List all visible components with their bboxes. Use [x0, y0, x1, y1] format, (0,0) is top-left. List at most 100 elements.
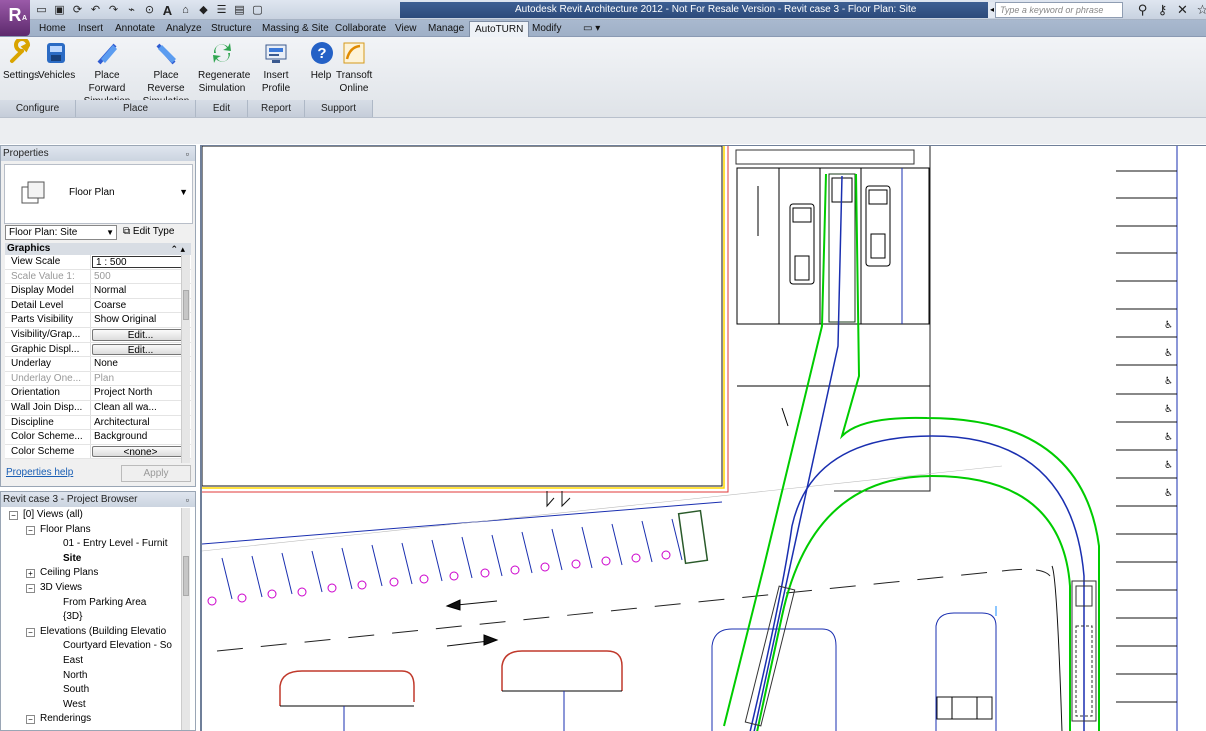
transoft-online-button[interactable]: Transoft Online: [336, 39, 372, 95]
property-row[interactable]: View Scale 1 : 500: [5, 255, 191, 270]
close-icon[interactable]: ▫: [186, 147, 189, 162]
undo-icon[interactable]: ↶: [88, 3, 103, 18]
switch-windows-icon[interactable]: ▤: [232, 3, 247, 18]
property-row[interactable]: Underlay One... Plan: [5, 371, 191, 387]
scrollbar-thumb[interactable]: [183, 290, 189, 320]
property-row[interactable]: Wall Join Disp... Clean all wa...: [5, 400, 191, 416]
browser-tree-node[interactable]: −3D Views: [1, 581, 186, 596]
edit-type-button[interactable]: ⧉ Edit Type: [123, 224, 174, 240]
property-value[interactable]: 1 : 500: [92, 256, 189, 268]
tab-annotate[interactable]: Annotate: [110, 21, 160, 37]
svg-text:♿: ♿: [1164, 320, 1173, 331]
property-row[interactable]: Underlay None: [5, 357, 191, 372]
tab-massing-site[interactable]: Massing & Site: [257, 21, 334, 37]
properties-help-link[interactable]: Properties help: [6, 467, 73, 478]
ribbon-minimize-icon[interactable]: ▭ ▾: [578, 21, 605, 37]
property-row[interactable]: Display Model Normal: [5, 284, 191, 299]
collapse-icon[interactable]: −: [26, 715, 35, 725]
tab-home[interactable]: Home: [34, 21, 71, 37]
browser-tree-node[interactable]: {3D}: [1, 610, 186, 625]
browser-tree-node[interactable]: East: [1, 654, 186, 669]
browser-tree-node[interactable]: South: [1, 683, 186, 698]
property-value: None: [94, 358, 118, 370]
browser-scrollbar[interactable]: [181, 508, 190, 730]
property-row[interactable]: Parts Visibility Show Original: [5, 313, 191, 328]
tab-modify[interactable]: Modify: [527, 21, 566, 37]
properties-group-header[interactable]: Graphics ⌃ ▴: [5, 243, 191, 255]
collapse-icon[interactable]: −: [26, 583, 35, 593]
tab-insert[interactable]: Insert: [73, 21, 108, 37]
tab-analyze[interactable]: Analyze: [161, 21, 207, 37]
vehicles-button[interactable]: Vehicles: [38, 39, 75, 82]
measure-icon[interactable]: ⌁: [124, 3, 139, 18]
property-row[interactable]: Orientation Project North: [5, 386, 191, 401]
3d-view-icon[interactable]: ⌂: [178, 3, 193, 18]
save-icon[interactable]: ▣: [52, 3, 67, 18]
instance-selector[interactable]: Floor Plan: Site ▼: [5, 225, 117, 240]
browser-tree-node[interactable]: 01 - Entry Level - Furnit: [1, 537, 186, 552]
tag-icon[interactable]: ⊙: [142, 3, 157, 18]
close-icon[interactable]: ▫: [186, 493, 189, 508]
help-button[interactable]: ? Help: [308, 39, 334, 82]
settings-button[interactable]: Settings: [3, 39, 39, 82]
window-title: Autodesk Revit Architecture 2012 - Not F…: [400, 2, 990, 18]
collapse-icon[interactable]: −: [9, 511, 18, 520]
tab-structure[interactable]: Structure: [206, 21, 257, 37]
place-reverse-simulation-button[interactable]: Place Reverse Simulation: [138, 39, 194, 108]
regenerate-simulation-button[interactable]: Regenerate Simulation: [198, 39, 250, 95]
close-windows-icon[interactable]: ▢: [250, 3, 265, 18]
property-row[interactable]: Color Scheme... Background: [5, 430, 191, 445]
star-icon[interactable]: ☆: [1194, 1, 1206, 18]
property-row[interactable]: Detail Level Coarse: [5, 298, 191, 314]
browser-tree-node[interactable]: − Elevations (Building Elevatio: [1, 625, 186, 640]
property-row[interactable]: Color Scheme <none>: [5, 444, 191, 460]
tab-view[interactable]: View: [390, 21, 422, 37]
redo-icon[interactable]: ↷: [106, 3, 121, 18]
insert-profile-button[interactable]: Insert Profile: [249, 39, 303, 95]
thin-lines-icon[interactable]: ☰: [214, 3, 229, 18]
tab-autoturn[interactable]: AutoTURN: [469, 21, 530, 38]
binoculars-icon[interactable]: ⚲: [1134, 1, 1151, 18]
property-value: Plan: [94, 372, 115, 384]
collapse-icon[interactable]: −: [26, 525, 35, 535]
browser-tree-node[interactable]: Site: [1, 552, 186, 567]
tab-collaborate[interactable]: Collaborate: [330, 21, 391, 37]
scrollbar-thumb[interactable]: [183, 556, 189, 596]
property-row[interactable]: Scale Value 1: 500: [5, 269, 191, 285]
browser-tree-node[interactable]: − Renderings: [1, 712, 186, 727]
sync-icon[interactable]: ⟳: [70, 3, 85, 18]
browser-tree-node[interactable]: + Ceiling Plans: [1, 566, 186, 581]
close-icon[interactable]: ✕: [1174, 1, 1191, 18]
vehicle-path-rear: [749, 435, 1085, 731]
property-edit-button[interactable]: Edit...: [92, 328, 189, 341]
type-selector[interactable]: Floor Plan ▼: [4, 164, 193, 224]
drawing-area[interactable]: ♿ ♿ ♿ ♿ ♿ ♿ ♿: [200, 145, 1206, 731]
regenerate-label1: Regenerate: [198, 70, 251, 81]
tab-manage[interactable]: Manage: [423, 21, 469, 37]
browser-tree-node[interactable]: − Floor Plans: [1, 523, 186, 538]
panel-configure: Configure: [0, 100, 76, 117]
key-icon[interactable]: ⚷: [1154, 1, 1171, 18]
browser-tree-node[interactable]: − [0] Views (all): [1, 508, 186, 523]
property-row[interactable]: Discipline Architectural: [5, 415, 191, 431]
apply-button[interactable]: Apply: [121, 465, 191, 482]
application-menu-button[interactable]: R A: [0, 0, 30, 36]
property-row[interactable]: Visibility/Grap... Edit...: [5, 327, 191, 343]
browser-tree-node[interactable]: West: [1, 698, 186, 713]
place-forward-simulation-button[interactable]: Place Forward Simulation: [78, 39, 136, 108]
browser-tree-node[interactable]: North: [1, 669, 186, 684]
browser-tree-node[interactable]: Courtyard Elevation - So: [1, 639, 186, 654]
properties-scrollbar[interactable]: [181, 255, 190, 463]
text-icon[interactable]: A: [160, 3, 175, 18]
open-icon[interactable]: ▭: [34, 3, 49, 18]
browser-tree-node[interactable]: From Parking Area: [1, 596, 186, 611]
search-input[interactable]: Type a keyword or phrase: [995, 2, 1123, 18]
property-edit-button[interactable]: Edit...: [92, 343, 189, 356]
property-row[interactable]: Graphic Displ... Edit...: [5, 342, 191, 358]
infocenter-icons: ⚲ ⚷ ✕ ☆: [1134, 1, 1206, 18]
site-plan-drawing[interactable]: ♿ ♿ ♿ ♿ ♿ ♿ ♿: [202, 146, 1206, 731]
collapse-icon[interactable]: −: [26, 627, 35, 637]
section-icon[interactable]: ◆: [196, 3, 211, 18]
expand-icon[interactable]: +: [26, 569, 35, 579]
property-edit-button[interactable]: <none>: [92, 445, 189, 458]
